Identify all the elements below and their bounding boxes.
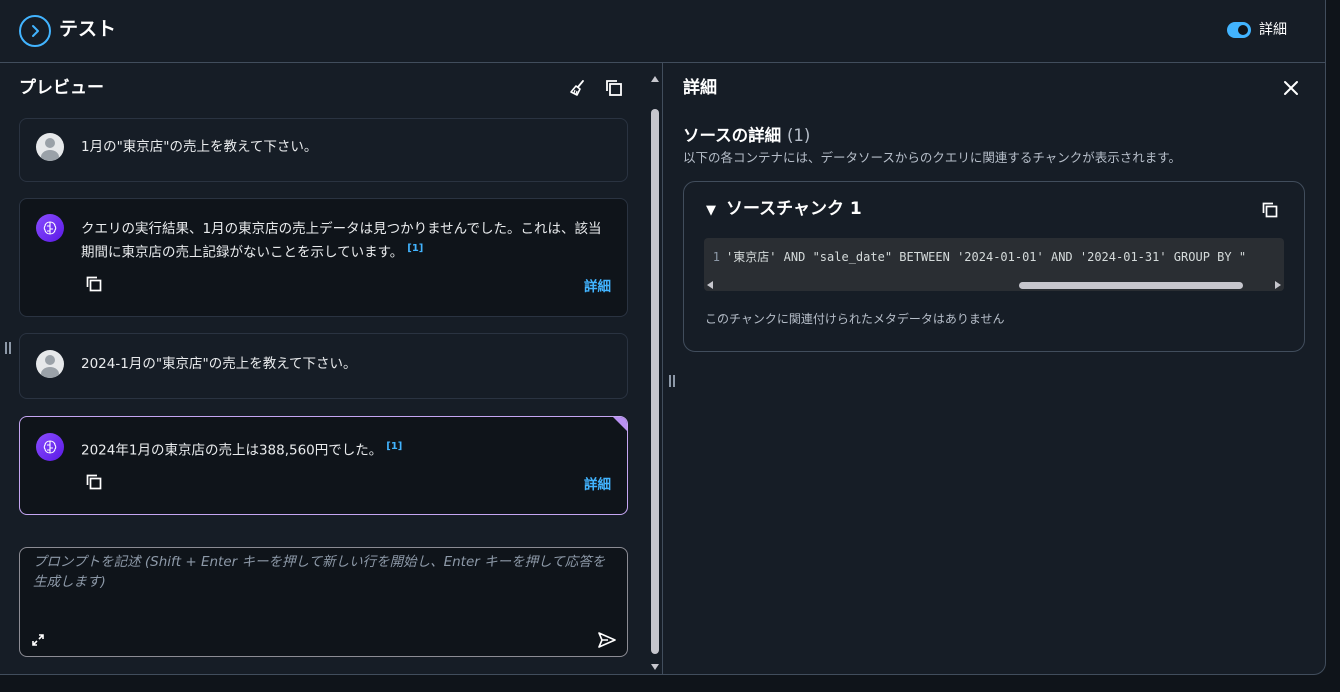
- details-title: 詳細: [683, 78, 717, 98]
- send-icon: [598, 632, 616, 648]
- chunk-copy-button[interactable]: [1261, 201, 1279, 219]
- message-text: 2024年1月の東京店の売上は388,560円でした。 [1]: [81, 437, 611, 461]
- message-card-user-2: 2024-1月の"東京店"の売上を教えて下さい。: [19, 333, 628, 399]
- scroll-up-arrow[interactable]: [651, 76, 659, 82]
- expand-input-button[interactable]: [30, 632, 46, 648]
- detail-link[interactable]: 詳細: [584, 275, 611, 295]
- preview-scrollbar[interactable]: [648, 73, 662, 673]
- message-card-ai-2: 2024年1月の東京店の売上は388,560円でした。 [1] 詳細: [19, 416, 628, 515]
- details-pane: 詳細 ソースの詳細 (1) 以下の各コンテナには、データソースからのクエリに関連…: [663, 63, 1325, 675]
- copy-icon: [86, 474, 102, 490]
- message-copy-button[interactable]: [85, 275, 103, 293]
- copy-button[interactable]: [604, 78, 624, 98]
- main-panel: テスト 詳細 プレビュー 1月の"東京店"の売上を教えて下さい。 クエリの実行結…: [0, 0, 1326, 675]
- brain-icon: [43, 440, 57, 454]
- scroll-thumb[interactable]: [651, 109, 659, 654]
- source-description: 以下の各コンテナには、データソースからのクエリに関連するチャンクが表示されます。: [683, 150, 1182, 165]
- citation-link[interactable]: [1]: [407, 243, 423, 254]
- message-copy-button[interactable]: [85, 473, 103, 491]
- header: テスト 詳細: [0, 0, 1325, 63]
- hscroll-thumb[interactable]: [1019, 282, 1243, 289]
- message-body: クエリの実行結果、1月の東京店の売上データは見つかりませんでした。これは、該当期…: [81, 221, 602, 261]
- close-button[interactable]: [1281, 77, 1301, 99]
- scroll-down-arrow[interactable]: [651, 664, 659, 670]
- page-title: テスト: [59, 18, 117, 40]
- message-body: 2024年1月の東京店の売上は388,560円でした。: [81, 442, 383, 459]
- scroll-right-arrow[interactable]: [1275, 281, 1281, 289]
- preview-title: プレビュー: [19, 78, 104, 98]
- resize-handle-left[interactable]: [5, 342, 11, 354]
- copy-icon: [86, 276, 102, 292]
- message-card-user-1: 1月の"東京店"の売上を教えて下さい。: [19, 118, 628, 182]
- user-avatar: [36, 350, 64, 378]
- user-avatar: [36, 133, 64, 161]
- expand-icon: [32, 634, 44, 646]
- message-card-ai-1: クエリの実行結果、1月の東京店の売上データは見つかりませんでした。これは、該当期…: [19, 198, 628, 317]
- message-text: クエリの実行結果、1月の東京店の売上データは見つかりませんでした。これは、該当期…: [81, 219, 611, 263]
- message-text: 2024-1月の"東京店"の売上を教えて下さい。: [81, 356, 357, 372]
- caret-down-icon: ▼: [706, 203, 716, 218]
- prompt-input[interactable]: プロンプトを記述 (Shift + Enter キーを押して新しい行を開始し、E…: [19, 547, 628, 657]
- chevron-right-icon: [32, 25, 39, 37]
- scroll-left-arrow[interactable]: [707, 281, 713, 289]
- clear-button[interactable]: [568, 78, 588, 98]
- ai-avatar: [36, 214, 64, 242]
- close-icon: [1284, 81, 1298, 95]
- brain-icon: [43, 221, 57, 235]
- detail-toggle-label: 詳細: [1259, 22, 1287, 38]
- code-block: 1 '東京店' AND "sale_date" BETWEEN '2024-01-…: [704, 238, 1284, 291]
- detail-toggle[interactable]: [1227, 22, 1251, 38]
- code-text: '東京店' AND "sale_date" BETWEEN '2024-01-0…: [726, 250, 1247, 264]
- chunk-title: ソースチャンク 1: [726, 199, 862, 219]
- code-line: 1 '東京店' AND "sale_date" BETWEEN '2024-01-…: [704, 246, 1246, 268]
- ai-avatar: [36, 433, 64, 461]
- detail-link[interactable]: 詳細: [584, 473, 611, 493]
- source-details-title: ソースの詳細: [683, 126, 782, 145]
- source-chunk-card: ▼ ソースチャンク 1 1 '東京店' AND "sale_date" BETWEE…: [683, 181, 1305, 352]
- no-metadata-text: このチャンクに関連付けられたメタデータはありません: [705, 312, 1005, 326]
- send-button[interactable]: [597, 630, 617, 650]
- copy-icon: [1262, 202, 1278, 218]
- prompt-placeholder: プロンプトを記述 (Shift + Enter キーを押して新しい行を開始し、E…: [33, 554, 606, 590]
- message-text: 1月の"東京店"の売上を教えて下さい。: [81, 139, 318, 155]
- preview-pane: プレビュー 1月の"東京店"の売上を教えて下さい。 クエリの実行結果、1月の東京…: [0, 63, 648, 675]
- chunk-header[interactable]: ▼ ソースチャンク 1: [706, 197, 862, 223]
- citation-link[interactable]: [1]: [386, 441, 402, 452]
- line-number: 1: [712, 250, 720, 264]
- expand-button[interactable]: [19, 15, 51, 47]
- source-details-heading: ソースの詳細 (1): [683, 125, 810, 147]
- source-count: (1): [786, 126, 811, 145]
- code-hscrollbar[interactable]: [704, 279, 1284, 291]
- copy-icon: [606, 80, 622, 96]
- broom-icon: [570, 80, 584, 96]
